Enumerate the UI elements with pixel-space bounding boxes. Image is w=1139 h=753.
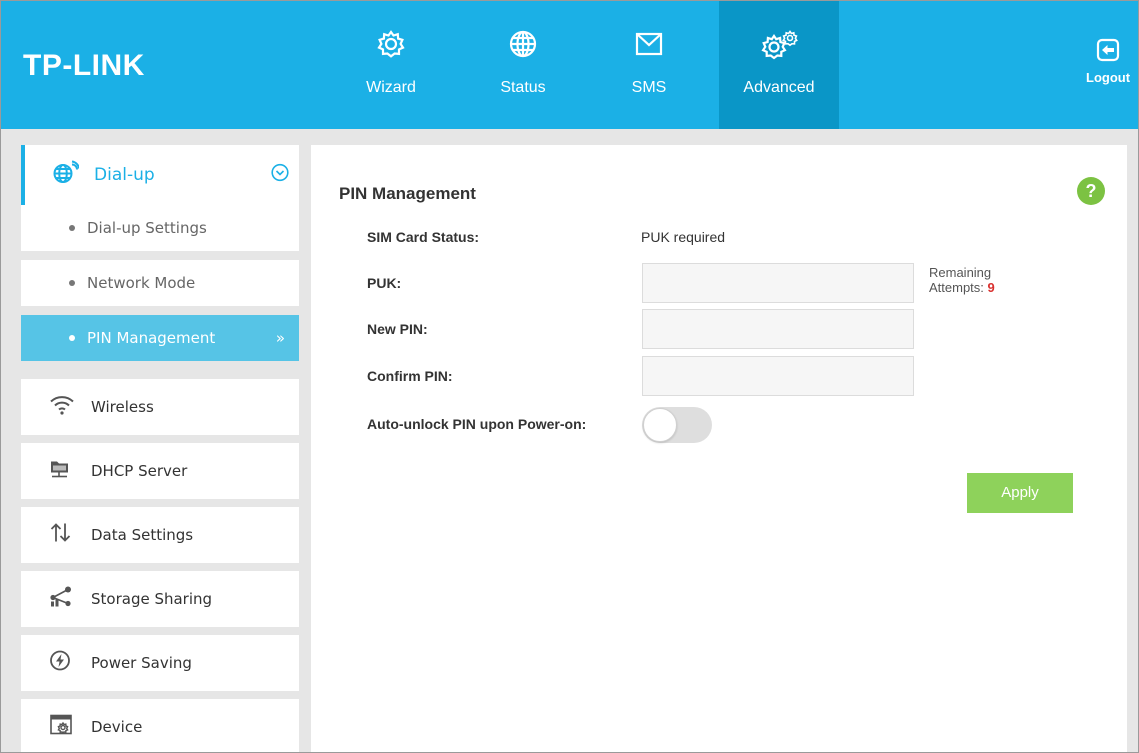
puk-input[interactable]	[642, 263, 914, 303]
sidebar-item-power-saving[interactable]: Power Saving	[21, 635, 299, 691]
remaining-attempts: Remaining Attempts: 9	[929, 265, 995, 295]
tab-advanced-label: Advanced	[743, 79, 815, 96]
tab-wizard-label: Wizard	[366, 79, 416, 96]
sim-status-value: PUK required	[641, 229, 726, 245]
sidebar-item-label: Storage Sharing	[91, 590, 213, 608]
content-area: Dial-up Dial-up Settings Network Mode PI…	[1, 129, 1138, 752]
new-pin-label: New PIN:	[367, 321, 428, 337]
power-bolt-icon	[49, 650, 71, 677]
sim-status-label: SIM Card Status:	[367, 229, 480, 245]
sidebar-subitem-label: Dial-up Settings	[87, 219, 207, 237]
bullet-dot	[69, 280, 75, 286]
tab-status-label: Status	[500, 79, 546, 96]
sidebar-subitem-label: Network Mode	[87, 274, 196, 292]
globe-icon	[508, 29, 538, 64]
device-settings-icon	[49, 714, 73, 741]
sidebar-item-label: Data Settings	[91, 526, 194, 544]
pin-management-panel: PIN Management ? SIM Card Status: PUK re…	[311, 145, 1127, 752]
toggle-knob	[643, 408, 677, 442]
sidebar-item-wireless[interactable]: Wireless	[21, 379, 299, 435]
tab-advanced[interactable]: Advanced	[719, 1, 839, 129]
globe-signal-icon	[53, 160, 80, 190]
sidebar-item-label: Dial-up	[94, 165, 155, 185]
logout-icon	[1095, 37, 1121, 68]
sidebar-item-label: Wireless	[91, 398, 154, 416]
help-button[interactable]: ?	[1077, 177, 1105, 205]
bullet-dot	[69, 225, 75, 231]
wifi-icon	[49, 394, 75, 421]
attempts-count: 9	[987, 280, 995, 295]
auto-unlock-toggle[interactable]	[642, 407, 712, 443]
sidebar-item-label: Device	[91, 718, 143, 736]
logout-button[interactable]: Logout	[1086, 37, 1130, 85]
confirm-pin-label: Confirm PIN:	[367, 368, 453, 384]
app-window: TP-LINK Wizard Status SMS Advanced Logou…	[0, 0, 1139, 753]
sidebar-subitem-network-mode[interactable]: Network Mode	[21, 260, 299, 306]
confirm-pin-input[interactable]	[642, 356, 914, 396]
envelope-icon	[634, 29, 664, 64]
tab-sms[interactable]: SMS	[609, 1, 689, 129]
sidebar-item-label: DHCP Server	[91, 462, 188, 480]
dhcp-server-icon	[49, 458, 71, 485]
auto-unlock-label: Auto-unlock PIN upon Power-on:	[367, 416, 587, 432]
puk-label: PUK:	[367, 275, 402, 291]
page-title: PIN Management	[339, 184, 476, 203]
remaining-label: Remaining	[929, 265, 992, 280]
apply-button[interactable]: Apply	[967, 473, 1073, 513]
bullet-dot	[69, 335, 75, 341]
sidebar-item-dial-up[interactable]: Dial-up	[21, 145, 299, 205]
tab-sms-label: SMS	[631, 79, 667, 96]
tab-status[interactable]: Status	[483, 1, 563, 129]
double-chevron-right-icon: »	[275, 329, 285, 347]
sidebar-subitem-dial-up-settings[interactable]: Dial-up Settings	[21, 205, 299, 251]
sidebar-subitem-label: PIN Management	[87, 329, 216, 347]
sidebar-item-label: Power Saving	[91, 654, 192, 672]
attempts-label: Attempts:	[929, 280, 984, 295]
logout-label: Logout	[1086, 70, 1131, 85]
up-down-arrows-icon	[49, 522, 73, 549]
chevron-down-icon[interactable]	[271, 163, 289, 187]
gear-icon	[376, 29, 406, 64]
sidebar-item-storage-sharing[interactable]: Storage Sharing	[21, 571, 299, 627]
gears-icon	[757, 29, 801, 66]
sidebar-subitem-pin-management[interactable]: PIN Management »	[21, 315, 299, 361]
tab-wizard[interactable]: Wizard	[351, 1, 431, 129]
sidebar-item-dhcp-server[interactable]: DHCP Server	[21, 443, 299, 499]
sidebar-item-data-settings[interactable]: Data Settings	[21, 507, 299, 563]
sidebar-item-device[interactable]: Device	[21, 699, 299, 752]
brand-logo: TP-LINK	[23, 49, 145, 82]
share-icon	[49, 586, 73, 613]
new-pin-input[interactable]	[642, 309, 914, 349]
top-header: TP-LINK Wizard Status SMS Advanced Logou…	[1, 1, 1138, 129]
